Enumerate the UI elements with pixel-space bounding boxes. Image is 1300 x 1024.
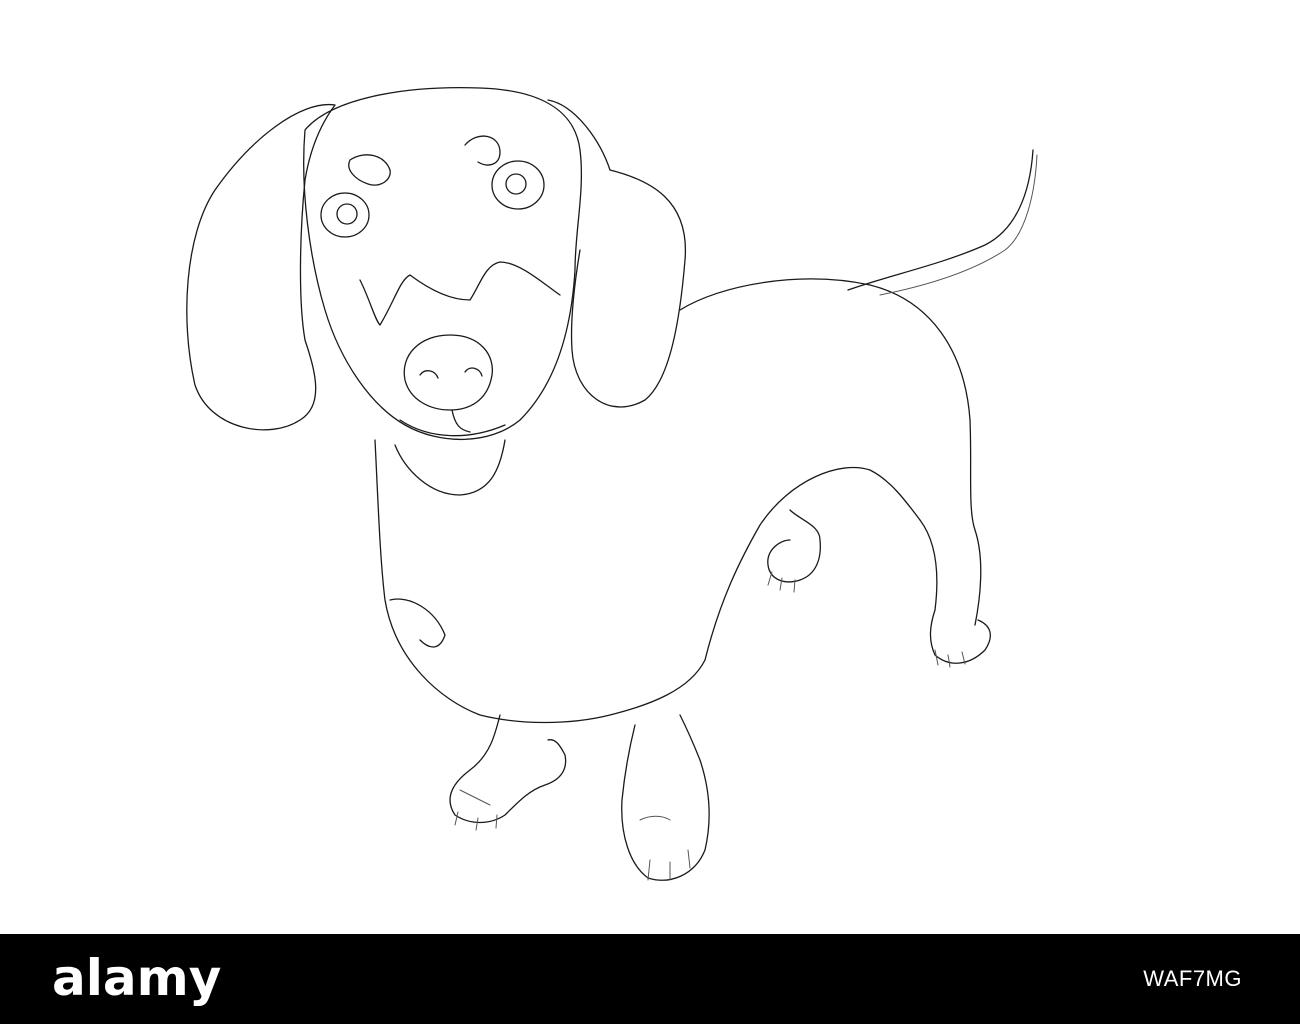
front-left-leg <box>449 714 567 824</box>
nostril-right <box>464 367 483 377</box>
nostril-left <box>419 370 439 379</box>
left-pupil <box>336 203 358 225</box>
front-right-toes <box>639 815 691 881</box>
tail-underside <box>879 154 1038 296</box>
chin <box>394 439 506 496</box>
muzzle-marking <box>359 261 561 326</box>
dachshund-drawing-svg <box>186 86 1038 881</box>
nose <box>403 334 493 411</box>
back-left-leg <box>767 509 821 583</box>
right-ear <box>547 99 687 408</box>
left-eye <box>320 192 370 238</box>
dachshund-line-drawing <box>0 0 1300 934</box>
belly-line <box>704 466 921 661</box>
mouth <box>399 409 506 437</box>
stock-image-page: alamy WAF7MG <box>0 0 1300 1024</box>
image-id-label: WAF7MG <box>1143 966 1242 991</box>
alamy-logo: alamy <box>52 949 222 1007</box>
body-outline <box>679 278 982 626</box>
right-eye-patch <box>464 135 501 166</box>
left-eye-patch <box>348 154 391 186</box>
front-left-toes <box>454 789 498 831</box>
head-outline <box>303 86 583 441</box>
tail <box>847 149 1034 291</box>
front-right-leg <box>621 714 710 881</box>
left-ear <box>186 103 336 431</box>
right-pupil <box>505 173 527 195</box>
right-eye <box>491 160 545 210</box>
watermark-footer-bar: alamy WAF7MG <box>0 934 1300 1024</box>
